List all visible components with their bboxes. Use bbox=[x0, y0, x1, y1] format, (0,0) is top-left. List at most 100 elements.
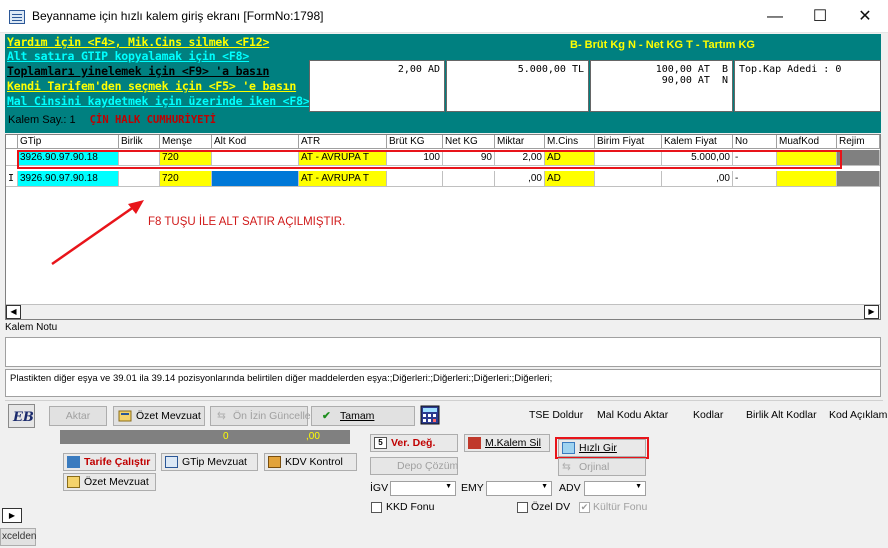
annotation-text: F8 TUŞU İLE ALT SATIR AÇILMIŞTIR. bbox=[148, 216, 346, 228]
m-kalem-sil-button[interactable]: M.Kalem Sil bbox=[464, 434, 550, 452]
help-line-f8-copy: Alt satıra GTIP kopyalamak için <F8> bbox=[7, 49, 250, 63]
kdv-kontrol-button[interactable]: KDV Kontrol bbox=[264, 453, 357, 471]
mal-kodu-aktar-link[interactable]: Mal Kodu Aktar bbox=[597, 409, 668, 421]
tse-doldur-link[interactable]: TSE Doldur bbox=[529, 409, 583, 421]
gtip-mevzuat-button[interactable]: GTip Mevzuat bbox=[161, 453, 258, 471]
igv-select[interactable] bbox=[390, 481, 456, 496]
document-icon: 5 bbox=[374, 437, 387, 449]
col-header-mense[interactable]: Menşe bbox=[160, 135, 212, 149]
birlik-alt-kodlar-link[interactable]: Birlik Alt Kodlar bbox=[746, 409, 817, 421]
cell-mcins[interactable]: AD bbox=[545, 171, 595, 187]
cell-no[interactable]: - bbox=[733, 171, 777, 187]
orjinal-icon: ⇆ bbox=[562, 461, 571, 473]
col-header-birlik[interactable]: Birlik bbox=[119, 135, 160, 149]
gtip-mevzuat-label: GTip Mevzuat bbox=[182, 456, 247, 468]
col-header-atr[interactable]: ATR bbox=[299, 135, 387, 149]
mevzuat-icon bbox=[67, 476, 80, 488]
weight-legend: B- Brüt Kg N - Net KG T - Tartım KG bbox=[570, 39, 755, 51]
col-header-kalem-fiyat[interactable]: Kalem Fiyat bbox=[662, 135, 733, 149]
col-header-net-kg[interactable]: Net KG bbox=[443, 135, 495, 149]
kkd-fonu-checkbox[interactable] bbox=[371, 502, 382, 513]
summary-quantity: 2,00 AD bbox=[309, 60, 445, 112]
adv-select[interactable] bbox=[584, 481, 646, 496]
cell-rejim[interactable] bbox=[837, 150, 880, 166]
delete-icon bbox=[468, 437, 481, 449]
cell-rejim[interactable] bbox=[837, 171, 880, 187]
summary-weights: 100,00 AT B 90,00 AT N bbox=[590, 60, 733, 112]
excelden-button[interactable]: xcelden bbox=[0, 528, 36, 546]
col-header-altkod[interactable]: Alt Kod bbox=[212, 135, 299, 149]
col-header-miktar[interactable]: Miktar bbox=[495, 135, 545, 149]
kdv-icon bbox=[268, 456, 281, 468]
kalem-notu-label: Kalem Notu bbox=[5, 322, 58, 333]
mevzuat-icon bbox=[118, 410, 132, 422]
horizontal-scrollbar[interactable]: ◀ ▶ bbox=[6, 304, 880, 319]
help-line-f5: Kendi Tarifem'den seçmek için <F5> 'e ba… bbox=[7, 79, 297, 93]
cell-kalem-fiyat[interactable]: ,00 bbox=[662, 171, 733, 187]
scroll-left-icon[interactable]: ◀ bbox=[6, 305, 21, 319]
summary-package-count: Top.Kap Adedi : 0 bbox=[734, 60, 881, 112]
kod-aciklama-link[interactable]: Kod Açıklam bbox=[829, 409, 887, 421]
aktar-button[interactable]: Aktar bbox=[49, 406, 107, 426]
totals-value-1: 0 bbox=[223, 431, 229, 442]
tamam-button[interactable]: ✔ Tamam bbox=[311, 406, 415, 426]
help-line-f8-save: Mal Cinsini kaydetmek için üzerinde iken… bbox=[7, 94, 310, 108]
maximize-button[interactable]: ☐ bbox=[797, 0, 843, 33]
totals-bar: 0 ,00 bbox=[60, 430, 350, 444]
kultur-fonu-label: Kültür Fonu bbox=[593, 501, 648, 513]
cell-atr[interactable]: AT - AVRUPA T bbox=[299, 171, 387, 187]
ozel-dv-checkbox[interactable] bbox=[517, 502, 528, 513]
kalem-say-label: Kalem Say.: 1 bbox=[8, 114, 76, 126]
emy-label: EMY bbox=[461, 482, 484, 494]
cell-miktar[interactable]: ,00 bbox=[495, 171, 545, 187]
scroll-right-icon[interactable]: ▶ bbox=[864, 305, 879, 319]
col-header-no[interactable]: No bbox=[733, 135, 777, 149]
tarife-icon bbox=[67, 456, 80, 468]
emy-select[interactable] bbox=[486, 481, 552, 496]
col-header-brut-kg[interactable]: Brüt KG bbox=[387, 135, 443, 149]
orjinal-button[interactable]: ⇆ Orjinal bbox=[558, 458, 646, 476]
col-header-gtip[interactable]: GTip bbox=[18, 135, 119, 149]
kalem-say: Kalem Say.: 1 ÇİN HALK CUMHURİYETİ bbox=[8, 114, 216, 126]
totals-value-2: ,00 bbox=[306, 431, 320, 442]
window-title: Beyanname için hızlı kalem giriş ekranı … bbox=[32, 9, 324, 23]
cell-muafkod[interactable] bbox=[777, 171, 837, 187]
depo-cozum-button[interactable]: Depo Çözüm bbox=[370, 457, 458, 475]
ozet-mevzuat-bottom-button[interactable]: Özet Mevzuat bbox=[63, 473, 156, 491]
checkmark-icon: ✔ bbox=[322, 410, 331, 422]
scroll-right-small-icon[interactable]: ▶ bbox=[2, 508, 22, 523]
close-button[interactable]: ✕ bbox=[842, 0, 888, 33]
kdv-kontrol-label: KDV Kontrol bbox=[285, 456, 343, 468]
igv-label: İGV bbox=[370, 482, 389, 494]
col-header-birim-fiyat[interactable]: Birim Fiyat bbox=[595, 135, 662, 149]
cell-net-kg[interactable] bbox=[443, 171, 495, 187]
m-kalem-sil-label: M.Kalem Sil bbox=[485, 437, 542, 449]
minimize-button[interactable]: — bbox=[752, 0, 798, 33]
hizli-gir-highlight-box bbox=[555, 437, 649, 459]
col-header-muafkod[interactable]: MuafKod bbox=[777, 135, 837, 149]
cell-gtip[interactable]: 3926.90.97.90.18 bbox=[18, 171, 119, 187]
kultur-fonu-checkbox[interactable]: ✔ bbox=[579, 502, 590, 513]
left-strip: ▶ xcelden bbox=[0, 505, 55, 548]
cell-birim-fiyat[interactable] bbox=[595, 171, 662, 187]
ver-deg-button[interactable]: 5 Ver. Değ. bbox=[370, 434, 458, 452]
title-bar: Beyanname için hızlı kalem giriş ekranı … bbox=[0, 0, 888, 33]
col-header-mcins[interactable]: M.Cins bbox=[545, 135, 595, 149]
col-header-rejim[interactable]: Rejim bbox=[837, 135, 880, 149]
calculator-icon[interactable] bbox=[420, 405, 440, 425]
tarife-calistir-button[interactable]: Tarife Çalıştır bbox=[63, 453, 156, 471]
cell-altkod-selected[interactable] bbox=[212, 171, 299, 187]
cell-mense[interactable]: 720 bbox=[160, 171, 212, 187]
cell-birlik[interactable] bbox=[119, 171, 160, 187]
orjinal-label: Orjinal bbox=[579, 461, 610, 473]
on-izin-guncelle-button[interactable]: ⇆ Ön İzin Güncelle bbox=[210, 406, 311, 426]
annotation-arrow-icon bbox=[51, 200, 144, 266]
row-indicator-current[interactable]: I bbox=[6, 171, 18, 187]
ozet-mevzuat-button[interactable]: Özet Mevzuat bbox=[113, 406, 205, 426]
gtip-icon bbox=[165, 456, 178, 468]
kodlar-link[interactable]: Kodlar bbox=[693, 409, 723, 421]
cell-brut-kg[interactable] bbox=[387, 171, 443, 187]
tarife-calistir-label: Tarife Çalıştır bbox=[84, 456, 151, 468]
kalem-notu-input[interactable] bbox=[5, 337, 881, 367]
kkd-fonu-label: KKD Fonu bbox=[386, 501, 435, 513]
